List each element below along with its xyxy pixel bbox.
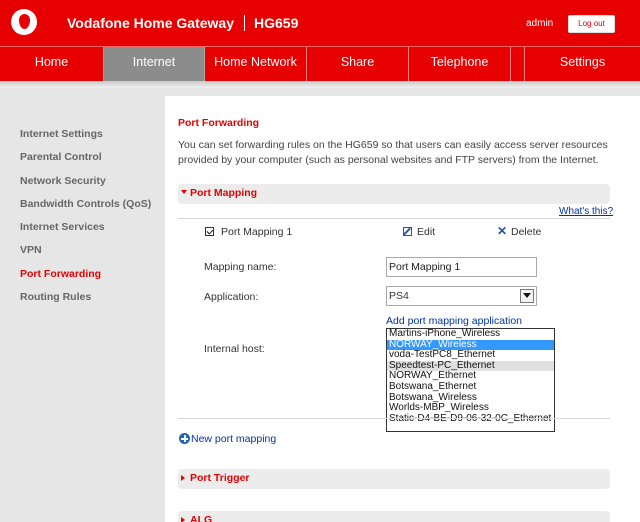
sidebar-item-bandwidth-controls[interactable]: Bandwidth Controls (QoS) <box>20 198 151 210</box>
mapping-name-field[interactable] <box>386 257 537 277</box>
plus-circle-icon[interactable] <box>179 433 190 444</box>
add-port-mapping-application-link[interactable]: Add port mapping application <box>386 315 522 327</box>
sidebar-item-parental-control[interactable]: Parental Control <box>20 151 102 163</box>
application-label: Application: <box>204 291 259 303</box>
sidebar-item-routing-rules[interactable]: Routing Rules <box>20 291 91 303</box>
top-header: Vodafone Home Gateway HG659 admin Log out <box>0 0 640 46</box>
intro-text: You can set forwarding rules on the HG65… <box>178 139 608 166</box>
port-trigger-section-label[interactable]: Port Trigger <box>190 472 250 484</box>
mapping-name-label: Mapping name: <box>204 261 277 273</box>
nav-shadow <box>0 81 640 88</box>
application-selected-value: PS4 <box>389 290 409 302</box>
collapsed-triangle-icon <box>181 475 185 481</box>
nav-home[interactable]: Home <box>0 47 104 81</box>
host-option[interactable]: Static-D4-BE-D9-06-32-0C_Ethernet <box>387 413 554 425</box>
edit-icon[interactable] <box>403 227 412 236</box>
divider <box>178 218 610 219</box>
gateway-title: Vodafone Home Gateway HG659 <box>67 15 298 31</box>
host-option[interactable]: Botswana_Ethernet <box>387 381 554 393</box>
main-nav: Home Internet Home Network Share Telepho… <box>0 46 640 81</box>
alg-section-header[interactable]: ALG <box>178 511 610 522</box>
port-mapping-section-label[interactable]: Port Mapping <box>190 187 257 199</box>
nav-home-network[interactable]: Home Network <box>205 47 307 81</box>
application-select[interactable]: PS4 <box>386 286 537 306</box>
dropdown-arrow-icon[interactable] <box>520 289 534 303</box>
port-trigger-section-header[interactable]: Port Trigger <box>178 469 610 489</box>
page-title: Port Forwarding <box>178 117 260 129</box>
host-option[interactable]: Martins-iPhone_Wireless <box>387 329 554 340</box>
port-mapping-enable-checkbox[interactable] <box>205 227 214 236</box>
nav-share[interactable]: Share <box>307 47 409 81</box>
content-top-strip <box>0 88 640 96</box>
sidebar-item-port-forwarding[interactable]: Port Forwarding <box>20 268 101 280</box>
port-mapping-entry-name: Port Mapping 1 <box>221 226 293 238</box>
vodafone-logo-icon <box>11 9 37 35</box>
internal-host-label: Internal host: <box>204 343 265 355</box>
nav-divider <box>511 47 525 81</box>
username-label: admin <box>526 18 554 29</box>
delete-button[interactable]: Delete <box>511 226 541 238</box>
sidebar-item-internet-services[interactable]: Internet Services <box>20 221 105 233</box>
nav-internet[interactable]: Internet <box>104 47 205 81</box>
logout-button[interactable]: Log out <box>568 15 615 33</box>
expanded-triangle-icon <box>181 190 187 194</box>
edit-button[interactable]: Edit <box>417 226 435 238</box>
sidebar-item-vpn[interactable]: VPN <box>20 244 42 256</box>
main-content: Port Forwarding You can set forwarding r… <box>165 96 640 522</box>
sidebar-item-internet-settings[interactable]: Internet Settings <box>20 128 103 140</box>
delete-x-icon[interactable]: ✕ <box>497 225 507 237</box>
collapsed-triangle-icon <box>181 517 185 522</box>
nav-settings[interactable]: Settings <box>525 47 640 81</box>
product-name: Vodafone Home Gateway <box>67 15 235 31</box>
whats-this-link[interactable]: What's this? <box>559 206 613 217</box>
sidebar-item-network-security[interactable]: Network Security <box>20 175 106 187</box>
nav-telephone[interactable]: Telephone <box>409 47 511 81</box>
alg-section-label[interactable]: ALG <box>190 514 212 522</box>
model-name: HG659 <box>254 15 299 31</box>
sidebar: Internet Settings Parental Control Netwo… <box>0 96 165 522</box>
port-mapping-section-header[interactable]: Port Mapping <box>178 184 610 204</box>
new-port-mapping-link[interactable]: New port mapping <box>191 433 276 445</box>
internal-host-list[interactable]: Martins-iPhone_Wireless NORWAY_Wireless … <box>386 328 555 432</box>
divider <box>178 418 610 419</box>
